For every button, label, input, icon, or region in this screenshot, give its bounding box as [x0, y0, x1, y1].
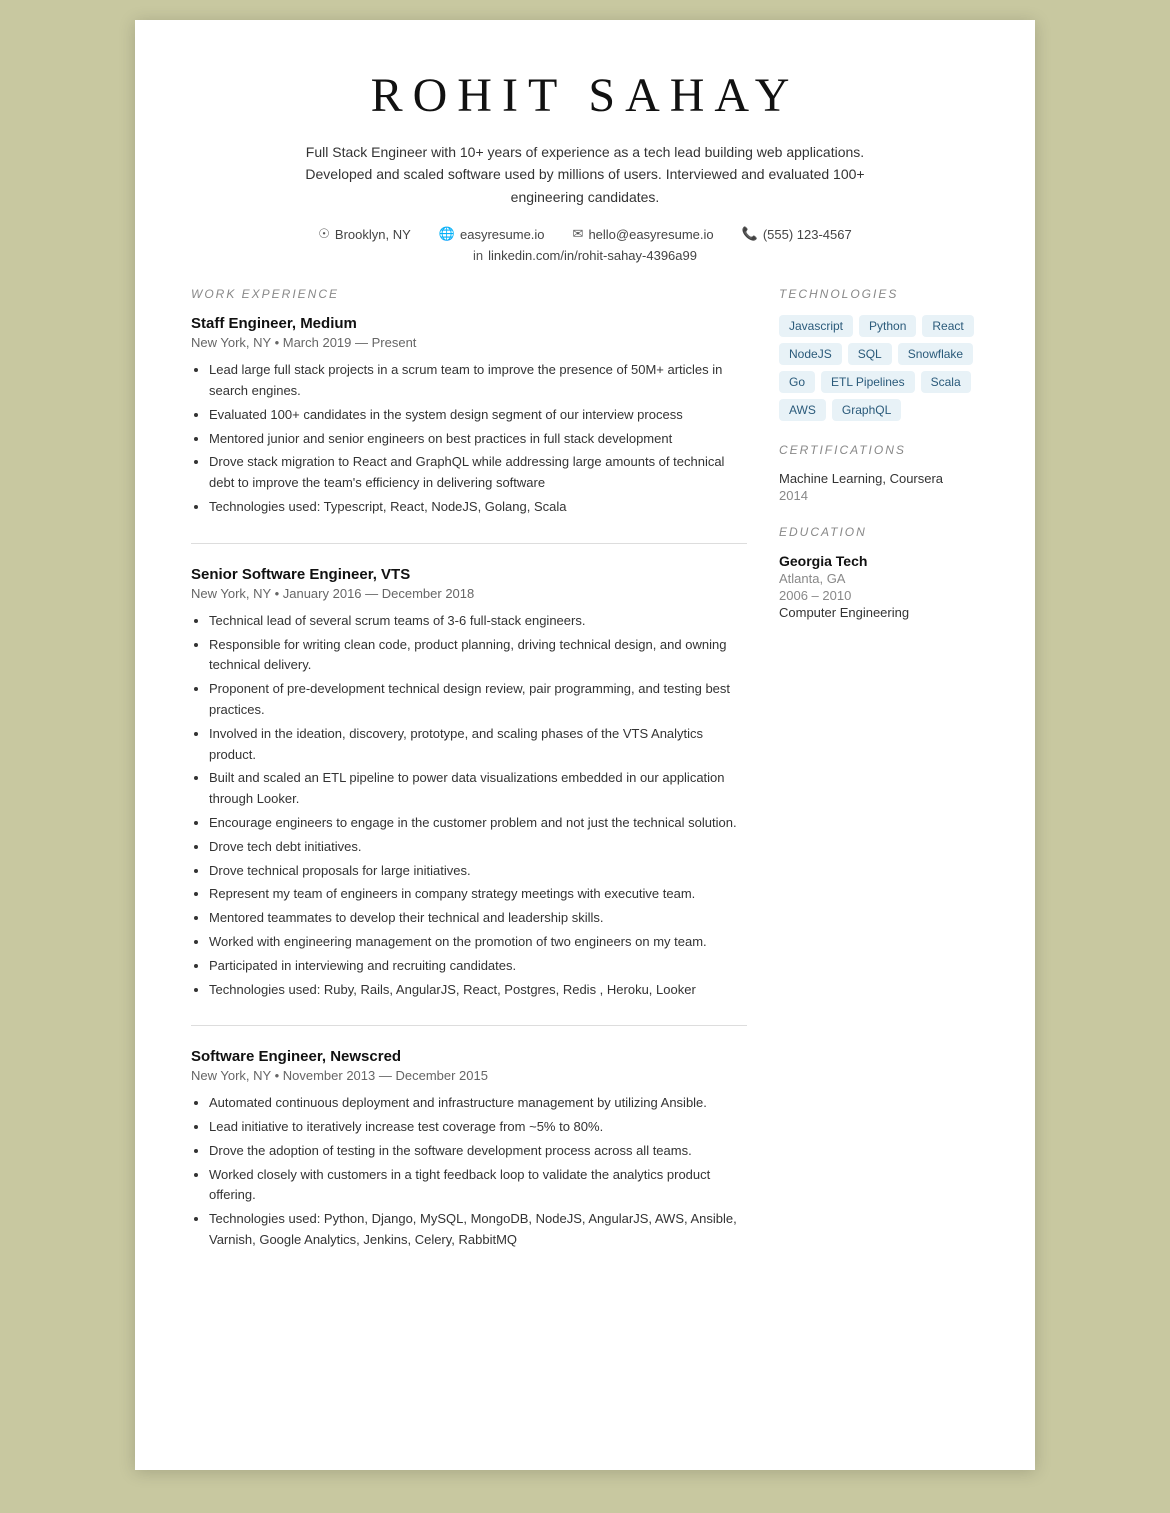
bullet-2-13: Technologies used: Ruby, Rails, AngularJ… — [209, 980, 747, 1001]
bullet-2-11: Worked with engineering management on th… — [209, 932, 747, 953]
bullet-2-1: Technical lead of several scrum teams of… — [209, 611, 747, 632]
tech-tag-7: ETL Pipelines — [821, 371, 915, 393]
linkedin-text: linkedin.com/in/rohit-sahay-4396a99 — [488, 248, 697, 263]
job-meta-1: New York, NY • March 2019 — Present — [191, 335, 747, 350]
tech-tag-6: Go — [779, 371, 815, 393]
contact-website: 🌐 easyresume.io — [439, 226, 545, 242]
technologies-section: TECHNOLOGIES Javascript Python React NodeJS… — [779, 287, 979, 421]
phone-icon: 📞 — [742, 226, 758, 242]
cert-year-1: 2014 — [779, 488, 979, 503]
website-text: easyresume.io — [460, 227, 545, 242]
tech-tag-5: Snowflake — [898, 343, 973, 365]
education-section: EDUCATION Georgia Tech Atlanta, GA 2006 … — [779, 525, 979, 620]
job-block-1: Staff Engineer, Medium New York, NY • Ma… — [191, 315, 747, 544]
job-block-2: Senior Software Engineer, VTS New York, … — [191, 566, 747, 1027]
candidate-name: ROHIT SAHAY — [191, 68, 979, 123]
location-text: Brooklyn, NY — [335, 227, 411, 242]
job-title-2: Senior Software Engineer, VTS — [191, 566, 747, 583]
tech-tag-2: React — [922, 315, 973, 337]
tech-tag-3: NodeJS — [779, 343, 842, 365]
bullet-2-2: Responsible for writing clean code, prod… — [209, 635, 747, 677]
email-text: hello@easyresume.io — [588, 227, 713, 242]
bullet-3-2: Lead initiative to iteratively increase … — [209, 1117, 747, 1138]
tech-tag-0: Javascript — [779, 315, 853, 337]
bullet-2-3: Proponent of pre-development technical d… — [209, 679, 747, 721]
bullet-1-4: Drove stack migration to React and Graph… — [209, 452, 747, 494]
job-title-3: Software Engineer, Newscred — [191, 1048, 747, 1065]
bullet-2-8: Drove technical proposals for large init… — [209, 861, 747, 882]
location-icon: ☉ — [318, 226, 330, 242]
education-section-title: EDUCATION — [779, 525, 979, 539]
job-meta-2: New York, NY • January 2016 — December 2… — [191, 586, 747, 601]
bullet-2-12: Participated in interviewing and recruit… — [209, 956, 747, 977]
cert-name-1: Machine Learning, Coursera — [779, 471, 979, 486]
tech-tags-container: Javascript Python React NodeJS SQL Snowflake G… — [779, 315, 979, 421]
bullet-3-3: Drove the adoption of testing in the sof… — [209, 1141, 747, 1162]
technologies-section-title: TECHNOLOGIES — [779, 287, 979, 301]
tech-tag-1: Python — [859, 315, 916, 337]
edu-years-1: 2006 – 2010 — [779, 588, 979, 603]
tech-tag-9: AWS — [779, 399, 826, 421]
bullet-2-7: Drove tech debt initiatives. — [209, 837, 747, 858]
bullet-1-2: Evaluated 100+ candidates in the system … — [209, 405, 747, 426]
right-column: TECHNOLOGIES Javascript Python React NodeJS… — [779, 287, 979, 642]
contact-row: ☉ Brooklyn, NY 🌐 easyresume.io ✉ hello@e… — [191, 226, 979, 242]
globe-icon: 🌐 — [439, 226, 455, 242]
job-title-1: Staff Engineer, Medium — [191, 315, 747, 332]
linkedin-icon: in — [473, 248, 483, 263]
contact-location: ☉ Brooklyn, NY — [318, 226, 411, 242]
edu-school-1: Georgia Tech — [779, 553, 979, 569]
resume-document: ROHIT SAHAY Full Stack Engineer with 10+… — [135, 20, 1035, 1470]
tech-tag-4: SQL — [848, 343, 892, 365]
bullet-2-10: Mentored teammates to develop their tech… — [209, 908, 747, 929]
contact-email: ✉ hello@easyresume.io — [573, 226, 714, 242]
resume-header: ROHIT SAHAY Full Stack Engineer with 10+… — [191, 68, 979, 263]
bullet-1-3: Mentored junior and senior engineers on … — [209, 429, 747, 450]
job-bullets-2: Technical lead of several scrum teams of… — [191, 611, 747, 1001]
bullet-3-5: Technologies used: Python, Django, MySQL… — [209, 1209, 747, 1251]
email-icon: ✉ — [573, 226, 584, 242]
certifications-section-title: CERTIFICATIONS — [779, 443, 979, 457]
main-layout: WORK EXPERIENCE Staff Engineer, Medium N… — [191, 287, 979, 1298]
bullet-2-9: Represent my team of engineers in compan… — [209, 884, 747, 905]
left-column: WORK EXPERIENCE Staff Engineer, Medium N… — [191, 287, 747, 1298]
bullet-2-6: Encourage engineers to engage in the cus… — [209, 813, 747, 834]
edu-degree-1: Computer Engineering — [779, 605, 979, 620]
tech-tag-10: GraphQL — [832, 399, 901, 421]
candidate-summary: Full Stack Engineer with 10+ years of ex… — [275, 141, 895, 208]
tech-tag-8: Scala — [921, 371, 971, 393]
work-experience-section-title: WORK EXPERIENCE — [191, 287, 747, 301]
bullet-2-5: Built and scaled an ETL pipeline to powe… — [209, 768, 747, 810]
bullet-1-5: Technologies used: Typescript, React, No… — [209, 497, 747, 518]
bullet-3-1: Automated continuous deployment and infr… — [209, 1093, 747, 1114]
job-meta-3: New York, NY • November 2013 — December … — [191, 1068, 747, 1083]
bullet-2-4: Involved in the ideation, discovery, pro… — [209, 724, 747, 766]
bullet-1-1: Lead large full stack projects in a scru… — [209, 360, 747, 402]
bullet-3-4: Worked closely with customers in a tight… — [209, 1165, 747, 1207]
job-bullets-1: Lead large full stack projects in a scru… — [191, 360, 747, 518]
contact-phone: 📞 (555) 123-4567 — [742, 226, 852, 242]
job-block-3: Software Engineer, Newscred New York, NY… — [191, 1048, 747, 1276]
edu-location-1: Atlanta, GA — [779, 571, 979, 586]
job-bullets-3: Automated continuous deployment and infr… — [191, 1093, 747, 1251]
phone-text: (555) 123-4567 — [763, 227, 852, 242]
contact-linkedin: in linkedin.com/in/rohit-sahay-4396a99 — [191, 248, 979, 263]
certifications-section: CERTIFICATIONS Machine Learning, Courser… — [779, 443, 979, 503]
